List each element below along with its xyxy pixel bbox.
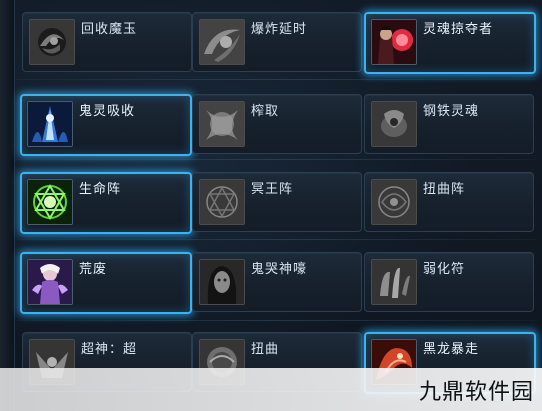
soul-reaper-icon (371, 19, 417, 65)
skill-slot-ghost-absorb[interactable]: 鬼灵吸收 (20, 94, 192, 156)
blast-swirl-icon (199, 19, 245, 65)
twist-array-icon (371, 179, 417, 225)
desolation-icon (27, 259, 73, 305)
skill-name: 灵魂掠夺者 (423, 22, 494, 37)
skill-slot-blast-delay[interactable]: 爆炸延时 (192, 12, 362, 72)
extract-icon (199, 101, 245, 147)
skill-slot-hades-array[interactable]: 冥王阵 (192, 172, 362, 232)
skill-slot-weaken-charm[interactable]: 弱化符 (364, 252, 534, 312)
skill-panel: 回收魔玉 爆炸延时 灵魂掠夺者 鬼灵吸收 榨取 钢铁灵魂 生命阵 冥王阵 扭曲阵… (0, 0, 542, 411)
skill-name: 扭曲 (251, 342, 280, 357)
skill-name: 回收魔玉 (81, 22, 138, 37)
weaken-charm-icon (371, 259, 417, 305)
skill-name: 荒废 (79, 262, 108, 277)
watermark-text: 九鼎软件园 (418, 380, 534, 405)
skill-name: 爆炸延时 (251, 22, 308, 37)
skill-name: 生命阵 (79, 182, 122, 197)
skill-name: 钢铁灵魂 (423, 104, 480, 119)
skill-slot-extract[interactable]: 榨取 (192, 94, 362, 154)
skill-slot-steel-soul[interactable]: 钢铁灵魂 (364, 94, 534, 154)
skill-slot-ghost-wail[interactable]: 鬼哭神嚎 (192, 252, 362, 312)
skill-name: 鬼哭神嚎 (251, 262, 308, 277)
ghost-wail-icon (199, 259, 245, 305)
skill-slot-desolation[interactable]: 荒废 (20, 252, 192, 314)
steel-soul-icon (371, 101, 417, 147)
life-array-icon (27, 179, 73, 225)
hades-array-icon (199, 179, 245, 225)
skill-name: 冥王阵 (251, 182, 294, 197)
skill-grid: 回收魔玉 爆炸延时 灵魂掠夺者 鬼灵吸收 榨取 钢铁灵魂 生命阵 冥王阵 扭曲阵… (0, 0, 542, 411)
skill-name: 鬼灵吸收 (79, 104, 136, 119)
swirl-orb-icon (29, 19, 75, 65)
skill-name: 扭曲阵 (423, 182, 466, 197)
skill-slot-life-array[interactable]: 生命阵 (20, 172, 192, 234)
skill-slot-soul-reaper[interactable]: 灵魂掠夺者 (364, 12, 536, 74)
ghost-absorb-icon (27, 101, 73, 147)
skill-name: 榨取 (251, 104, 280, 119)
skill-name: 弱化符 (423, 262, 466, 277)
skill-name: 黑龙暴走 (423, 342, 480, 357)
skill-slot-twist-array[interactable]: 扭曲阵 (364, 172, 534, 232)
skill-name: 超神：超 (81, 342, 138, 357)
skill-slot-recycle-jade[interactable]: 回收魔玉 (22, 12, 192, 72)
